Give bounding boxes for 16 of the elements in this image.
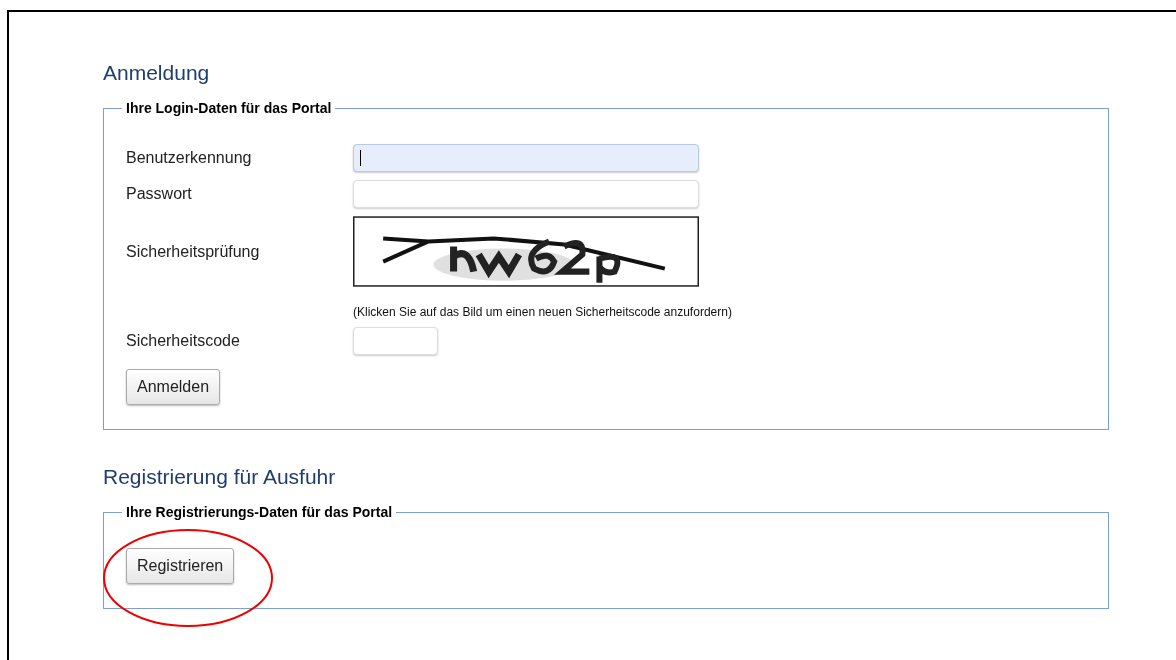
password-field[interactable] bbox=[353, 180, 699, 208]
submit-button[interactable]: Registrieren bbox=[126, 548, 235, 584]
submit-button[interactable]: Anmelden bbox=[126, 369, 221, 405]
text-cursor-icon bbox=[360, 150, 361, 166]
field-label: Benutzerkennung bbox=[126, 148, 253, 168]
username-field[interactable] bbox=[353, 144, 699, 172]
field-label: Sicherheitsprüfung bbox=[126, 242, 261, 262]
section-title: Anmeldung bbox=[103, 60, 211, 86]
panel-legend: Ihre Registrierungs-Daten für das Portal bbox=[122, 504, 397, 520]
section-title: Registrierung für Ausfuhr bbox=[103, 464, 337, 490]
code-field[interactable] bbox=[353, 327, 438, 355]
captcha-image[interactable] bbox=[353, 216, 699, 287]
panel-legend: Ihre Login-Daten für das Portal bbox=[122, 100, 336, 116]
field-label: Sicherheitscode bbox=[126, 331, 241, 351]
captcha-hint: (Klicken Sie auf das Bild um einen neuen Sicherheitscode anzufordern) bbox=[353, 305, 733, 319]
field-label: Passwort bbox=[126, 184, 193, 204]
